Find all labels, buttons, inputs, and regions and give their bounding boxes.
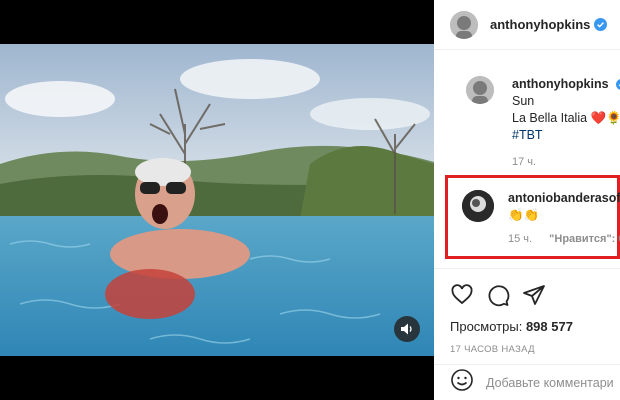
video-still xyxy=(0,44,434,356)
caption: anthonyhopkins Ur Sun La Bella Italia ❤️… xyxy=(450,76,620,171)
views-value[interactable]: 898 577 xyxy=(526,319,573,334)
mute-button[interactable] xyxy=(394,316,420,342)
caption-hashtag[interactable]: #TBT xyxy=(512,127,620,144)
comment-button[interactable] xyxy=(486,283,510,307)
caption-username[interactable]: anthonyhopkins xyxy=(512,77,609,91)
avatar-photo xyxy=(450,10,478,39)
smiley-icon xyxy=(451,369,473,391)
like-button[interactable] xyxy=(450,283,474,307)
add-comment-bar xyxy=(434,364,620,400)
caption-line-2: Sun xyxy=(512,94,535,108)
views-label: Просмотры: xyxy=(450,319,523,334)
post-username[interactable]: anthonyhopkins xyxy=(490,17,590,32)
avatar-photo xyxy=(462,190,494,222)
comment-time[interactable]: 15 ч. xyxy=(508,233,532,245)
comment-avatar[interactable] xyxy=(462,190,494,222)
comment-likes[interactable]: "Нравится": 653 xyxy=(549,233,620,245)
comment-text: 👏👏 xyxy=(508,208,540,222)
video-frame[interactable] xyxy=(0,44,434,356)
verified-badge-icon xyxy=(594,18,608,31)
comment-icon xyxy=(488,285,510,307)
heart-icon xyxy=(451,284,473,305)
paper-plane-icon xyxy=(523,285,545,305)
video-area[interactable] xyxy=(0,0,434,400)
avatar-photo xyxy=(466,76,494,104)
comment-input[interactable] xyxy=(486,375,620,390)
verified-badge-icon xyxy=(616,79,620,90)
caption-line-3: La Bella Italia ❤️🌻 IT xyxy=(512,111,620,125)
post-timestamp[interactable]: 17 ЧАСОВ НАЗАД xyxy=(450,344,620,355)
avatar[interactable] xyxy=(450,10,478,39)
post-header: anthonyhopkins xyxy=(434,0,620,50)
comment: antoniobanderasofici 👏👏 15 ч. "Нравится"… xyxy=(462,190,620,245)
post-actions: Просмотры: 898 577 17 ЧАСОВ НАЗАД xyxy=(434,268,620,372)
caption-time[interactable]: 17 ч. xyxy=(512,154,620,171)
caption-avatar[interactable] xyxy=(466,76,494,104)
view-count: Просмотры: 898 577 xyxy=(450,319,620,334)
comment-username[interactable]: antoniobanderasofici xyxy=(508,190,620,207)
share-button[interactable] xyxy=(522,283,546,307)
speaker-icon xyxy=(401,323,412,335)
emoji-button[interactable] xyxy=(450,368,474,397)
